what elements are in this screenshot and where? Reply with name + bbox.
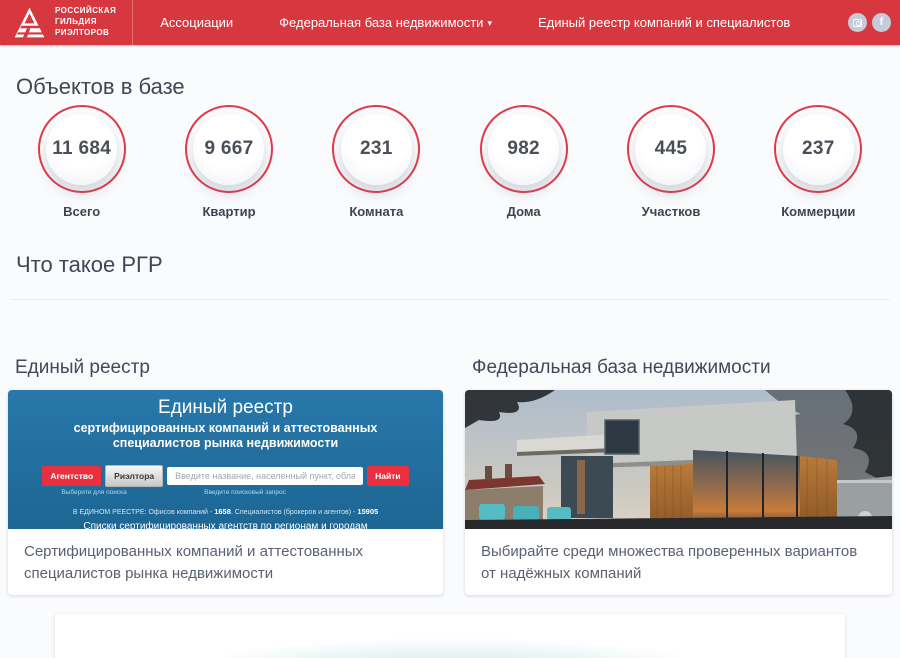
stat-circle: 11 684	[38, 105, 126, 193]
fedbase-card: Выбирайте среди множества проверенных ва…	[465, 390, 892, 595]
nav-item-label: Единый реестр компаний и специалистов	[538, 15, 790, 30]
stat-value: 982	[507, 138, 540, 160]
logo[interactable]: РОССИЙСКАЯ ГИЛЬДИЯ РИЭЛТОРОВ	[0, 0, 133, 45]
social-links: f	[848, 0, 900, 45]
stat-apartments: 9 667 Квартир	[155, 105, 302, 219]
stat-value: 237	[802, 138, 835, 160]
top-navbar: РОССИЙСКАЯ ГИЛЬДИЯ РИЭЛТОРОВ Ассоциации …	[0, 0, 900, 45]
widget-title: Единый реестр	[8, 397, 443, 419]
about-section-title: Что такое РГР	[16, 252, 900, 278]
stat-circle: 237	[774, 105, 862, 193]
hint-query: Введите поисковый запрос	[204, 489, 286, 496]
fedbase-title: Федеральная база недвижимости	[465, 357, 892, 379]
offices-count: 1658	[214, 507, 231, 516]
bottom-card	[55, 614, 845, 658]
main-nav: Ассоциации Федеральная база недвижимости…	[160, 0, 790, 45]
stat-label: Квартир	[202, 204, 255, 219]
widget-subtitle: сертифицированных компаний и аттестованн…	[41, 421, 411, 452]
registry-widget: Единый реестр сертифицированных компаний…	[8, 390, 443, 529]
stat-circle: 231	[332, 105, 420, 193]
rgr-logo-icon	[13, 6, 46, 39]
realtor-button[interactable]: Риэлтора	[105, 465, 163, 487]
nav-item-associations[interactable]: Ассоциации	[160, 15, 233, 30]
stat-total: 11 684 Всего	[8, 105, 155, 219]
stats-section-title: Объектов в базе	[16, 74, 900, 100]
widget-controls: Агентство Риэлтора Найти	[8, 465, 443, 487]
stat-plots: 445 Участков	[597, 105, 744, 219]
fedbase-column: Федеральная база недвижимости	[465, 357, 892, 595]
stat-label: Участков	[642, 204, 701, 219]
map-image	[155, 638, 745, 658]
agents-lists-link[interactable]: Списки сертифицированных агентств по рег…	[83, 521, 367, 532]
fedbase-caption: Выбирайте среди множества проверенных ва…	[465, 529, 892, 595]
specialists-count: 15905	[357, 507, 378, 516]
nav-item-registry[interactable]: Единый реестр компаний и специалистов	[538, 15, 790, 30]
stats-row: 11 684 Всего 9 667 Квартир 231 Комната 9…	[0, 105, 900, 219]
stat-label: Дома	[507, 204, 541, 219]
stat-value: 231	[360, 138, 393, 160]
registry-title: Единый реестр	[8, 357, 443, 379]
stat-label: Комната	[349, 204, 403, 219]
find-button[interactable]: Найти	[367, 466, 408, 486]
stat-circle: 9 667	[185, 105, 273, 193]
facebook-glyph: f	[880, 17, 884, 28]
nav-item-label: Федеральная база недвижимости	[279, 15, 483, 30]
stat-value: 9 667	[204, 138, 253, 160]
stat-value: 11 684	[52, 138, 111, 160]
registry-column: Единый реестр Единый реестр сертифициров…	[8, 357, 443, 595]
page: РОССИЙСКАЯ ГИЛЬДИЯ РИЭЛТОРОВ Ассоциации …	[0, 0, 900, 658]
camera-glyph	[853, 19, 862, 27]
registry-counts: В ЕДИНОМ РЕЕСТРЕ: Офисов компаний - 1658…	[8, 507, 443, 516]
widget-hints: Выберите для поиска Введите поисковый за…	[8, 489, 443, 498]
agency-button[interactable]: Агентство	[42, 466, 101, 486]
nav-item-label: Ассоциации	[160, 15, 233, 30]
section-divider	[10, 299, 890, 300]
counts-prefix: В ЕДИНОМ РЕЕСТРЕ: Офисов компаний -	[73, 509, 214, 516]
stat-label: Коммерции	[781, 204, 855, 219]
registry-caption: Сертифицированных компаний и аттестованн…	[8, 529, 443, 595]
nav-item-federal-base[interactable]: Федеральная база недвижимости ▾	[279, 15, 492, 30]
logo-text: РОССИЙСКАЯ ГИЛЬДИЯ РИЭЛТОРОВ	[55, 6, 116, 38]
instagram-icon[interactable]	[848, 13, 867, 32]
chevron-down-icon: ▾	[487, 19, 492, 28]
registry-search-input[interactable]	[167, 467, 363, 485]
stat-rooms: 231 Комната	[303, 105, 450, 219]
house-photo	[465, 390, 892, 529]
stat-circle: 445	[627, 105, 715, 193]
cards-grid: Единый реестр Единый реестр сертифициров…	[0, 357, 900, 595]
stat-circle: 982	[480, 105, 568, 193]
hint-choose: Выберите для поиска	[61, 489, 126, 496]
counts-mid: . Специалистов (брокеров и агентов) -	[231, 509, 357, 516]
facebook-icon[interactable]: f	[872, 13, 891, 32]
registry-card: Единый реестр сертифицированных компаний…	[8, 390, 443, 595]
stat-value: 445	[655, 138, 688, 160]
stat-commercial: 237 Коммерции	[745, 105, 892, 219]
stat-houses: 982 Дома	[450, 105, 597, 219]
stat-label: Всего	[63, 204, 100, 219]
